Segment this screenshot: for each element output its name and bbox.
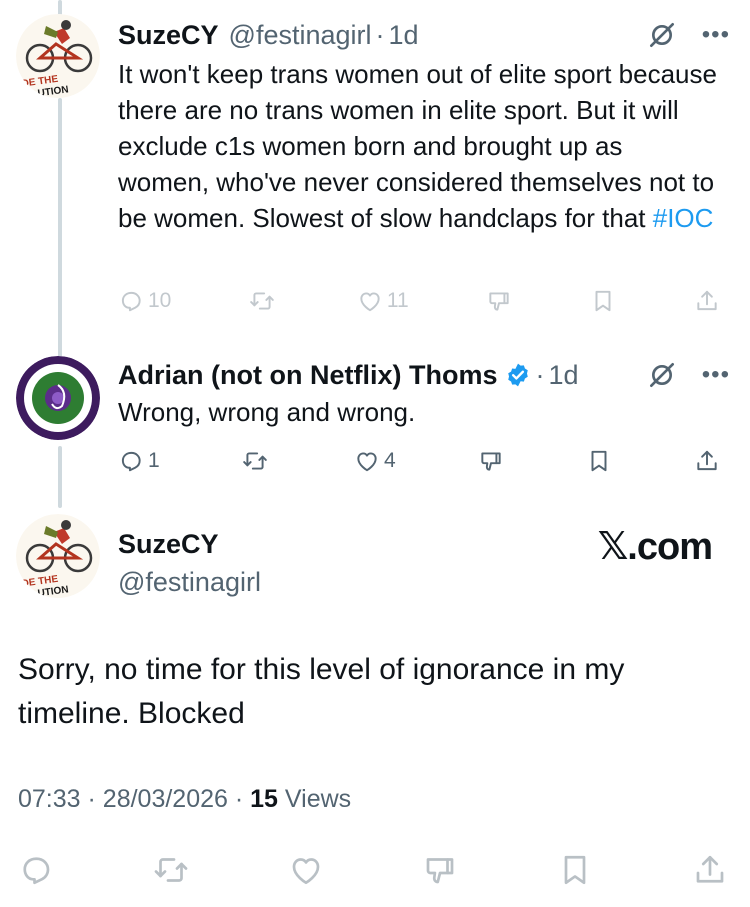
avatar-suzecy[interactable]: IDE THE OLUTION (16, 514, 100, 598)
separator-dot: · (535, 359, 545, 390)
reply-count: 10 (148, 289, 172, 312)
timestamp[interactable]: 1d (389, 20, 419, 51)
like-count: 11 (386, 289, 409, 312)
share-icon (694, 288, 720, 314)
display-name[interactable]: SuzeCY (118, 526, 261, 562)
like-button[interactable]: 11 (357, 288, 409, 314)
reply-button[interactable]: 10 (118, 288, 171, 314)
reply-tweet-2[interactable]: Adrian (not on Netflix) Thoms · 1d ••• W… (0, 340, 750, 500)
meta-separator: · (234, 785, 244, 813)
cyclist-logo-icon: IDE THE OLUTION (16, 514, 100, 598)
bookmark-button[interactable] (586, 448, 612, 474)
main-tweet-header: SuzeCY @festinagirl (118, 526, 261, 600)
verified-badge-icon (508, 363, 529, 387)
heart-icon[interactable] (288, 852, 324, 888)
main-action-bar (18, 850, 728, 890)
bookmark-icon[interactable] (557, 852, 593, 888)
reply-icon (118, 448, 144, 474)
like-button[interactable]: 4 (354, 448, 396, 474)
club-badge-icon (16, 356, 100, 440)
post-time[interactable]: 07:33 (18, 785, 81, 813)
action-bar: 10 11 (118, 284, 720, 318)
main-tweet: IDE THE OLUTION SuzeCY @festinagirl 𝕏.co… (0, 500, 750, 907)
display-name[interactable]: Adrian (not on Netflix) Thoms (118, 360, 497, 391)
repost-icon (242, 448, 268, 474)
thumbs-down-icon[interactable] (422, 852, 458, 888)
cyclist-logo-icon: IDE THE OLUTION (16, 14, 100, 98)
dislike-button[interactable] (478, 448, 504, 474)
repost-icon[interactable] (153, 852, 189, 888)
reply-icon (118, 288, 144, 314)
views-label: Views (284, 785, 352, 813)
tweet-tools: ••• (646, 358, 730, 392)
thumbs-down-icon (486, 288, 512, 314)
share-button[interactable] (694, 288, 720, 314)
hashtag-link[interactable]: #IOC (653, 203, 714, 233)
repost-icon (249, 288, 275, 314)
grok-icon[interactable] (646, 359, 678, 391)
tweet-text: It won't keep trans women out of elite s… (118, 56, 718, 236)
bookmark-button[interactable] (590, 288, 616, 314)
separator-dot: · (375, 19, 385, 50)
share-icon[interactable] (692, 852, 728, 888)
more-options-icon[interactable]: ••• (702, 23, 730, 47)
grok-icon[interactable] (646, 19, 678, 51)
user-handle[interactable]: @festinagirl (118, 564, 261, 600)
heart-icon (354, 448, 380, 474)
display-name[interactable]: SuzeCY (118, 20, 219, 51)
more-options-icon[interactable]: ••• (702, 363, 730, 387)
main-tweet-text: Sorry, no time for this level of ignoran… (18, 653, 625, 730)
tweet-meta: 07:33 · 28/03/2026 · 15 Views (18, 785, 351, 814)
repost-button[interactable] (242, 448, 272, 474)
action-bar: 1 4 (118, 444, 720, 478)
heart-icon (357, 288, 383, 314)
share-button[interactable] (694, 448, 720, 474)
tweet-header: Adrian (not on Netflix) Thoms · 1d (118, 358, 730, 392)
views-count: 15 (250, 785, 278, 813)
thumbs-down-icon (478, 448, 504, 474)
reply-icon[interactable] (18, 852, 54, 888)
tweet-tools: ••• (646, 18, 730, 52)
meta-separator: · (87, 785, 96, 813)
repost-button[interactable] (249, 288, 279, 314)
tweet-text: Wrong, wrong and wrong. (118, 397, 416, 427)
share-icon (694, 448, 720, 474)
timestamp[interactable]: 1d (548, 360, 578, 391)
reply-count: 1 (148, 449, 160, 472)
tweet-text-body: It won't keep trans women out of elite s… (118, 59, 717, 233)
avatar-adrian[interactable] (16, 356, 100, 440)
reply-button[interactable]: 1 (118, 448, 160, 474)
dislike-button[interactable] (486, 288, 512, 314)
like-count: 4 (383, 449, 396, 472)
xcom-watermark: 𝕏.com (597, 526, 713, 568)
bookmark-icon (590, 288, 616, 314)
user-handle[interactable]: @festinagirl (229, 20, 372, 51)
reply-tweet-1[interactable]: IDE THE OLUTION SuzeCY @festinagirl · 1d… (0, 0, 750, 330)
tweet-header: SuzeCY @festinagirl · 1d (118, 18, 730, 52)
post-date[interactable]: 28/03/2026 (103, 785, 228, 813)
bookmark-icon (586, 448, 612, 474)
avatar-suzecy[interactable]: IDE THE OLUTION (16, 14, 100, 98)
